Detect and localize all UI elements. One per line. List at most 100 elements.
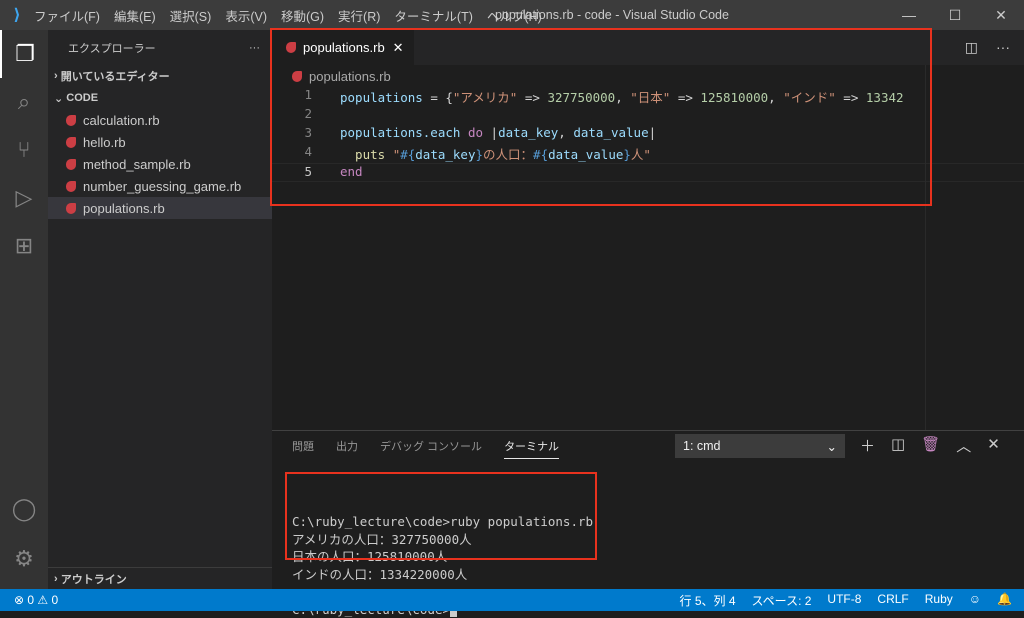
outline-section[interactable]: › アウトライン — [48, 567, 272, 589]
editor: populations.rb ✕ ◫ ··· populations.rb 1 pop… — [272, 30, 1024, 430]
extensions-icon[interactable]: ⊞ — [0, 222, 48, 270]
tab-populations[interactable]: populations.rb ✕ — [272, 30, 414, 65]
close-icon[interactable]: ✕ — [978, 0, 1024, 30]
tab-problems[interactable]: 問題 — [292, 438, 314, 454]
language-mode[interactable]: Ruby — [925, 592, 953, 609]
menu-go[interactable]: 移動(G) — [281, 10, 324, 24]
tab-label: populations.rb — [303, 40, 385, 55]
error-icon: ⊗ — [14, 593, 28, 607]
ruby-file-icon — [66, 114, 76, 126]
minimap[interactable] — [925, 65, 1024, 430]
terminal-line: アメリカの人口：327750000人 — [292, 531, 472, 547]
menu-run[interactable]: 実行(R) — [338, 10, 380, 24]
tab-terminal[interactable]: ターミナル — [504, 438, 560, 459]
chevron-right-icon: › — [54, 70, 61, 82]
warning-count: 0 — [51, 593, 59, 607]
menu-file[interactable]: ファイル(F) — [34, 10, 100, 24]
menu-view[interactable]: 表示(V) — [225, 10, 267, 24]
terminal-line: インドの人口：1334220000人 — [292, 566, 468, 582]
code-line: 5 end — [272, 163, 1024, 182]
file-label: hello.rb — [83, 134, 126, 150]
warning-icon: ⚠ — [37, 593, 52, 607]
terminal-line: C:\ruby_lecture\code>ruby populations.rb — [292, 514, 594, 529]
menu-edit[interactable]: 編集(E) — [114, 10, 156, 24]
line-text: populations = {"アメリカ" => 327750000, "日本"… — [340, 90, 904, 105]
close-tab-icon[interactable]: ✕ — [393, 40, 404, 56]
gear-icon[interactable]: ⚙ — [0, 535, 48, 583]
ruby-file-icon — [66, 202, 76, 214]
line-text: end — [340, 164, 363, 179]
trash-icon[interactable]: 🗑 — [921, 435, 940, 456]
file-hello[interactable]: hello.rb — [48, 131, 272, 153]
bell-icon[interactable]: 🔔 — [997, 592, 1012, 609]
terminal-line: 日本の人口：125810000人 — [292, 549, 448, 564]
menu-help[interactable]: ヘルプ(H) — [487, 10, 542, 24]
line-ending[interactable]: CRLF — [877, 592, 908, 609]
code-line: 1 populations = {"アメリカ" => 327750000, "日本… — [272, 87, 1024, 106]
ruby-file-icon — [66, 158, 76, 170]
ruby-file-icon — [292, 70, 302, 82]
account-icon[interactable]: ◯ — [0, 485, 48, 533]
code-area[interactable]: 1 populations = {"アメリカ" => 327750000, "日本… — [272, 87, 1024, 182]
split-editor-icon[interactable]: ◫ — [965, 39, 978, 56]
folder-section[interactable]: ⌄ CODE — [48, 87, 272, 109]
line-number: 1 — [304, 87, 312, 102]
error-count: 0 — [27, 593, 35, 607]
open-editors-section[interactable]: › 開いているエディター — [48, 65, 272, 87]
encoding[interactable]: UTF-8 — [827, 592, 861, 609]
file-label: number_guessing_game.rb — [83, 178, 242, 194]
run-debug-icon[interactable]: ▷ — [0, 174, 48, 222]
line-number: 3 — [304, 125, 312, 140]
file-calculation[interactable]: calculation.rb — [48, 109, 272, 131]
cursor-position[interactable]: 行 5、列 4 — [679, 592, 735, 609]
breadcrumb[interactable]: populations.rb — [272, 65, 1024, 87]
chevron-down-icon: ⌄ — [54, 92, 67, 105]
file-method-sample[interactable]: method_sample.rb — [48, 153, 272, 175]
line-number: 4 — [304, 144, 312, 159]
file-number-guessing-game[interactable]: number_guessing_game.rb — [48, 175, 272, 197]
indentation[interactable]: スペース: 2 — [752, 592, 812, 609]
file-populations[interactable]: populations.rb — [48, 197, 272, 219]
explorer-sidebar: エクスプローラー ··· › 開いているエディター ⌄ CODE calculat… — [48, 30, 272, 589]
menu-selection[interactable]: 選択(S) — [170, 10, 212, 24]
code-line: 4 puts "#{data_key}の人口：#{data_value}人" — [272, 144, 1024, 163]
line-text: populations.each do |data_key, data_valu… — [340, 125, 657, 140]
more-actions-icon[interactable]: ··· — [996, 39, 1010, 56]
ruby-file-icon — [66, 180, 76, 192]
vscode-logo-icon: ⟩ — [13, 7, 21, 24]
title-bar: ⟩ ファイル(F) 編集(E) 選択(S) 表示(V) 移動(G) 実行(R) ターミナル(… — [0, 0, 1024, 30]
problems-status[interactable]: ⊗ 0 ⚠ 0 — [0, 593, 58, 607]
line-text — [312, 106, 922, 125]
minimize-icon[interactable]: — — [886, 0, 932, 30]
maximize-icon[interactable]: ☐ — [932, 0, 978, 30]
close-panel-icon[interactable]: ✕ — [987, 435, 1000, 456]
split-terminal-icon[interactable]: ◫ — [891, 435, 905, 456]
file-label: calculation.rb — [83, 112, 160, 128]
explorer-icon[interactable]: ❐ — [0, 30, 48, 78]
panel: 問題 出力 デバッグ コンソール ターミナル 1: cmd ⌄ ＋ ◫ 🗑 ︿ ✕… — [272, 430, 1024, 617]
menu-bar: ファイル(F) 編集(E) 選択(S) 表示(V) 移動(G) 実行(R) ターミナル(T)… — [34, 6, 556, 25]
file-label: populations.rb — [83, 200, 165, 216]
chevron-up-icon[interactable]: ︿ — [956, 435, 971, 456]
search-icon[interactable]: ⌕ — [0, 78, 48, 126]
chevron-down-icon: ⌄ — [826, 439, 837, 454]
terminal-select-value: 1: cmd — [683, 439, 721, 453]
terminal-select[interactable]: 1: cmd ⌄ — [675, 434, 845, 458]
line-number: 5 — [304, 164, 312, 179]
source-control-icon[interactable]: ⑂ — [0, 126, 48, 174]
tab-output[interactable]: 出力 — [336, 438, 358, 454]
section-label: アウトライン — [60, 573, 127, 586]
line-text: puts "#{data_key}の人口：#{data_value}人" — [340, 147, 651, 162]
plus-icon[interactable]: ＋ — [860, 435, 875, 456]
status-bar: ⊗ 0 ⚠ 0 行 5、列 4 スペース: 2 UTF-8 CRLF Ruby … — [0, 589, 1024, 611]
section-label: 開いているエディター — [60, 71, 170, 83]
feedback-icon[interactable]: ☺ — [969, 592, 981, 609]
code-line: 2 — [272, 106, 1024, 125]
activity-bar: ❐ ⌕ ⑂ ▷ ⊞ ◯ ⚙ — [0, 30, 48, 589]
tab-debug-console[interactable]: デバッグ コンソール — [380, 438, 482, 454]
breadcrumb-item: populations.rb — [309, 68, 391, 84]
code-line: 3 populations.each do |data_key, data_val… — [272, 125, 1024, 144]
more-actions-icon[interactable]: ··· — [249, 42, 260, 54]
section-label: CODE — [66, 92, 99, 104]
menu-terminal[interactable]: ターミナル(T) — [394, 10, 472, 24]
